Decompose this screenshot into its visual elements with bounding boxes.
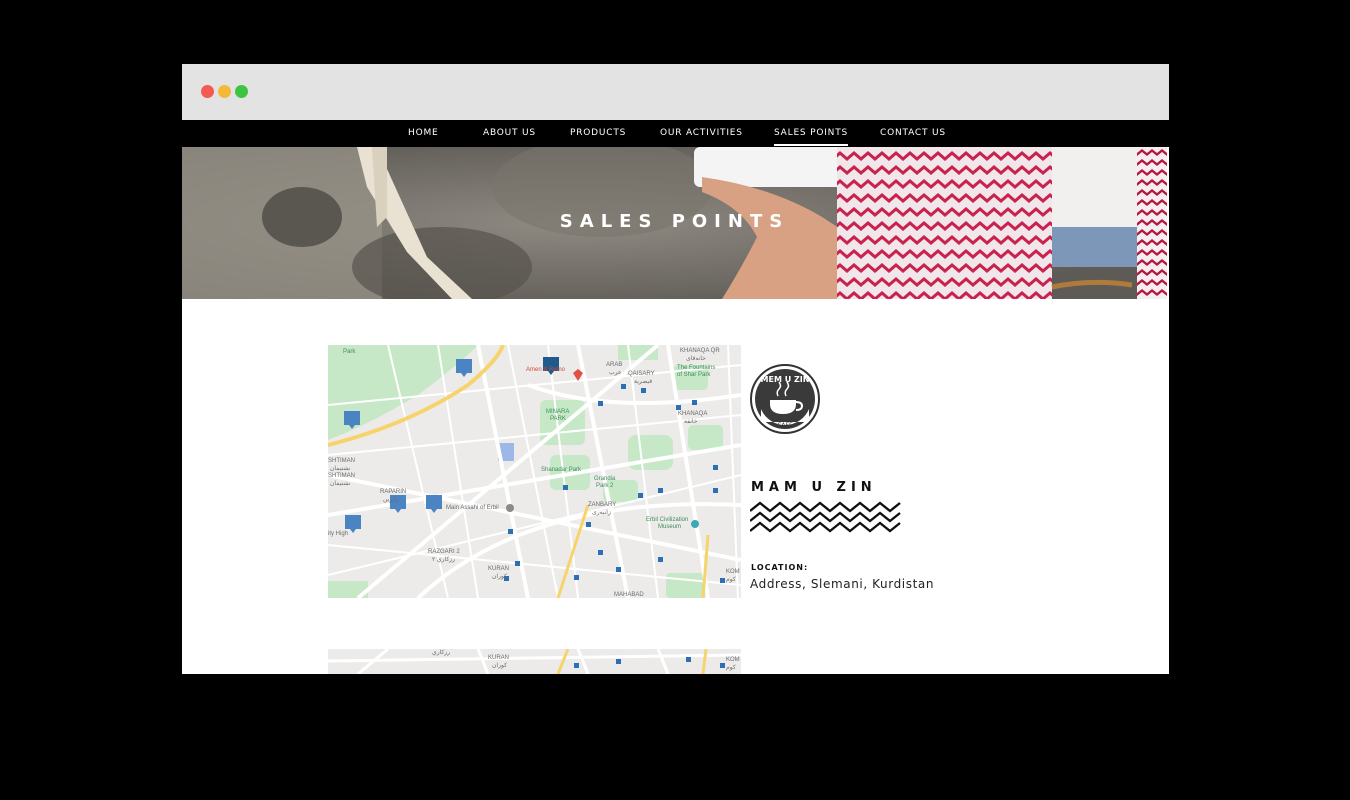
map-label: Main Assahi of Erbil — [446, 505, 499, 511]
browser-window: HOME ABOUT US PRODUCTS OUR ACTIVITIES SA… — [182, 64, 1169, 674]
map-label: كوم — [726, 577, 736, 583]
nav-our-activities[interactable]: OUR ACTIVITIES — [660, 120, 743, 147]
zigzag-divider — [750, 501, 901, 533]
map-label: of Shar Park — [677, 372, 711, 378]
location-label: LOCATION: — [751, 563, 809, 572]
map-label: SHTIMAN — [328, 458, 355, 464]
map-label: MINARA — [546, 409, 570, 415]
nav-products[interactable]: PRODUCTS — [570, 120, 626, 147]
map-label: خانەقای — [686, 356, 706, 362]
map-label: كوران — [492, 574, 507, 580]
map-label: قيصرية — [634, 379, 653, 385]
maximize-window-button[interactable] — [235, 85, 248, 98]
nav-about-us[interactable]: ABOUT US — [483, 120, 536, 147]
map-label: SHTIMAN — [328, 473, 355, 479]
map-label: PARK — [550, 416, 566, 422]
map-label: رابرين — [383, 497, 399, 503]
location-address: Address, Slemani, Kurdistan — [750, 577, 935, 591]
map-label: Park 2 — [596, 483, 614, 489]
map-label: MAHABAD — [614, 592, 644, 598]
map-graphic — [328, 345, 741, 598]
map-label: رزكاري — [432, 650, 451, 656]
map-label: RAZGARI 2 — [428, 549, 460, 555]
map-label: KOM — [726, 657, 740, 663]
map-label: عرب — [609, 370, 622, 376]
map-label: Grandia — [594, 476, 616, 482]
map-label: KHANAQA — [678, 411, 708, 417]
main-navigation: HOME ABOUT US PRODUCTS OUR ACTIVITIES SA… — [182, 120, 1169, 147]
nav-contact-us[interactable]: CONTACT US — [880, 120, 946, 147]
map-label: Park — [343, 349, 356, 355]
map-label: Erbil Civilization — [646, 517, 689, 523]
hero-banner: SALES POINTS — [182, 147, 1167, 299]
nav-home[interactable]: HOME — [408, 120, 439, 147]
map-label: ity High — [328, 531, 349, 537]
logo-text-top: MEM U ZIN — [761, 375, 810, 384]
map-label: كوران — [492, 663, 507, 669]
map-label: Shanadar Park — [541, 467, 582, 473]
close-window-button[interactable] — [201, 85, 214, 98]
map-label: KHANAQA QR — [680, 348, 720, 354]
map-sales-point-1[interactable]: KHANAQA QR خانەقای ARAB عرب QAISARY قيصر… — [328, 345, 741, 598]
minimize-window-button[interactable] — [218, 85, 231, 98]
store-name: MAM U ZIN — [751, 480, 877, 495]
map-label: KURAN — [488, 655, 510, 661]
nav-sales-points[interactable]: SALES POINTS — [774, 120, 849, 147]
map-label: QAISARY — [628, 371, 655, 377]
map-label: نشتيمان — [330, 481, 351, 487]
map-label: كوم — [726, 665, 736, 671]
map-label: زانبەری — [592, 510, 611, 516]
map-label: RAPARIN — [380, 489, 407, 495]
map-label: Museum — [658, 524, 682, 530]
map-label: رزكاري ٢ — [432, 557, 455, 563]
map-label: خانقة — [684, 419, 698, 425]
map-graphic — [328, 649, 741, 674]
map-sales-point-2[interactable]: رزكاري KURAN كوران KOM كوم — [328, 649, 741, 674]
map-label: The Fountains — [677, 365, 716, 371]
map-label: KOM — [726, 569, 740, 575]
map-label: نشتيمان — [330, 466, 351, 472]
logo-text-bottom: CAFE — [777, 422, 793, 429]
map-label: KURAN — [488, 566, 510, 572]
map-label: ARAB — [606, 362, 623, 368]
browser-titlebar — [182, 64, 1169, 120]
mam-u-zin-logo: MEM U ZIN CAFE — [750, 364, 820, 434]
map-label: ZANBARY — [588, 502, 617, 508]
map-label: Amen & Retno — [526, 367, 566, 373]
hero-title: SALES POINTS — [559, 211, 790, 232]
